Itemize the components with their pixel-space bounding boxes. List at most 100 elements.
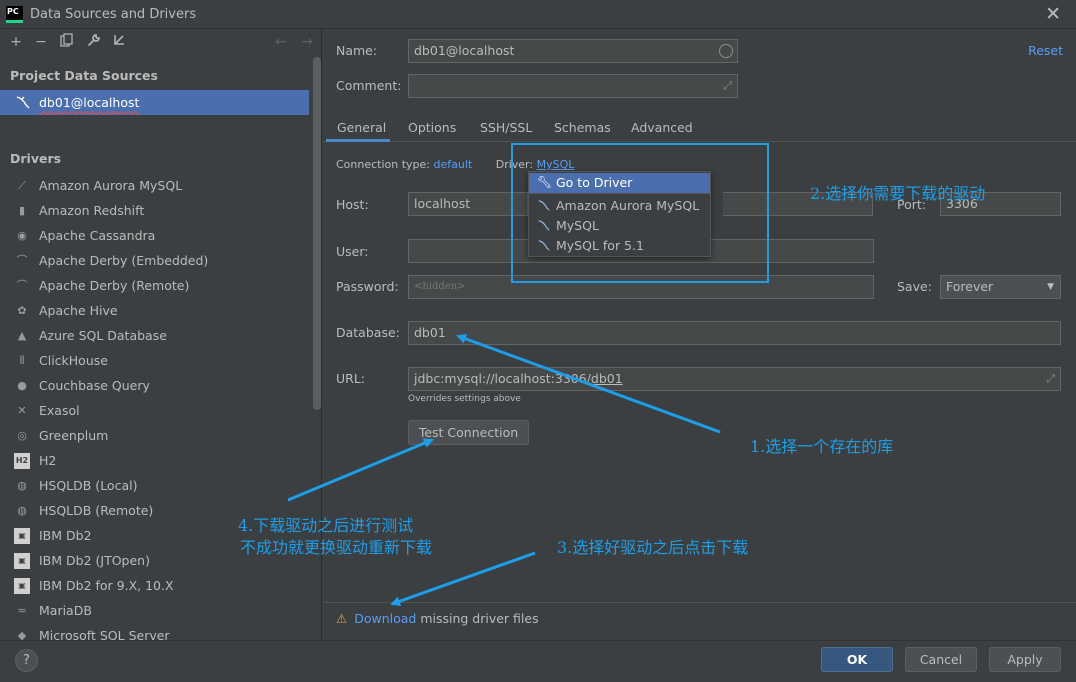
driver-label: Amazon Aurora MySQL	[39, 178, 183, 193]
derby-hat-icon: ⌒	[16, 279, 28, 292]
annotation-1: 1.选择一个存在的库	[750, 437, 894, 456]
help-button[interactable]: ?	[15, 649, 38, 672]
driver-label: Apache Hive	[39, 303, 118, 318]
download-row: ⚠ Download missing driver files	[336, 611, 539, 626]
driver-item[interactable]: ▣ IBM Db2 for 9.X, 10.X	[0, 573, 312, 598]
driver-item[interactable]: ⌒ Apache Derby (Remote)	[0, 273, 312, 298]
tab-general[interactable]: General	[337, 120, 386, 135]
tab-schemas[interactable]: Schemas	[554, 120, 611, 135]
project-data-sources-title: Project Data Sources	[10, 68, 158, 83]
driver-label: ClickHouse	[39, 353, 108, 368]
apply-button[interactable]: Apply	[989, 647, 1061, 672]
eye-icon: ◉	[17, 229, 27, 242]
driver-label: Azure SQL Database	[39, 328, 167, 343]
redshift-icon: ▮	[18, 204, 26, 217]
user-label: User:	[336, 244, 369, 259]
expand-icon[interactable]: ⤢	[723, 75, 732, 97]
tab-ssh-ssl[interactable]: SSH/SSL	[480, 120, 532, 135]
driver-label: IBM Db2	[39, 528, 92, 543]
connection-type-link[interactable]: default	[434, 158, 473, 171]
driver-item[interactable]: ✕ Exasol	[0, 398, 312, 423]
duplicate-icon[interactable]	[58, 33, 76, 51]
host-label: Host:	[336, 197, 369, 212]
driver-item[interactable]: ◎ Greenplum	[0, 423, 312, 448]
database-field[interactable]: db01	[408, 321, 1061, 345]
remove-icon[interactable]: −	[32, 33, 50, 51]
driver-label: HSQLDB (Remote)	[39, 503, 154, 518]
driver-item[interactable]: ◆ Microsoft SQL Server	[0, 623, 312, 640]
footer-divider	[323, 602, 1076, 603]
hive-icon: ✿	[17, 304, 27, 317]
hsqldb-icon: ◍	[17, 504, 27, 517]
driver-label: Couchbase Query	[39, 378, 150, 393]
name-label: Name:	[336, 43, 378, 58]
driver-label: Apache Derby (Remote)	[39, 278, 190, 293]
comment-field[interactable]: ⤢	[408, 74, 738, 98]
driver-item[interactable]: ● Couchbase Query	[0, 373, 312, 398]
left-toolbar: + − ← →	[0, 29, 321, 57]
driver-label: Greenplum	[39, 428, 109, 443]
annotation-3: 3.选择好驱动之后点击下载	[557, 538, 749, 557]
greenplum-icon: ◎	[17, 429, 27, 442]
driver-item[interactable]: ⟋ Amazon Aurora MySQL	[0, 173, 312, 198]
active-tab-indicator	[326, 139, 390, 142]
driver-item[interactable]: ✿ Apache Hive	[0, 298, 312, 323]
window-title: Data Sources and Drivers	[30, 7, 197, 22]
host-field[interactable]: localhost	[408, 192, 528, 216]
driver-item[interactable]: ◉ Apache Cassandra	[0, 223, 312, 248]
url-prefix: jdbc:mysql://localhost:3306/	[414, 371, 591, 386]
annotation-4-line2: 不成功就更换驱动重新下载	[240, 538, 433, 557]
forward-arrow-icon[interactable]: →	[298, 33, 316, 51]
test-connection-button[interactable]: Test Connection	[408, 420, 529, 445]
drivers-title: Drivers	[10, 151, 62, 166]
driver-item[interactable]: H2 H2	[0, 448, 312, 473]
mssql-icon: ◆	[17, 629, 27, 640]
driver-item[interactable]: ▮ Amazon Redshift	[0, 198, 312, 223]
annotation-4-line1: 4.下载驱动之后进行测试	[238, 516, 414, 535]
reset-link[interactable]: Reset	[1028, 43, 1063, 58]
tab-advanced[interactable]: Advanced	[631, 120, 693, 135]
driver-item[interactable]: ▲ Azure SQL Database	[0, 323, 312, 348]
h2-icon: H2	[14, 453, 30, 469]
ibm-icon: ▣	[14, 553, 30, 569]
annotation-box	[511, 143, 769, 283]
datasource-item[interactable]: db01@localhost	[0, 90, 309, 115]
url-field[interactable]: jdbc:mysql://localhost:3306/db01 ⤢	[408, 367, 1061, 391]
name-field[interactable]: db01@localhost	[408, 39, 738, 63]
download-link[interactable]: Download	[354, 611, 416, 626]
password-label: Password:	[336, 279, 399, 294]
derby-hat-icon: ⌒	[16, 254, 28, 267]
driver-item[interactable]: ≈ MariaDB	[0, 598, 312, 623]
color-circle-icon[interactable]	[719, 44, 733, 58]
driver-item[interactable]: ⌒ Apache Derby (Embedded)	[0, 248, 312, 273]
ok-button[interactable]: OK	[821, 647, 893, 672]
tab-options[interactable]: Options	[408, 120, 456, 135]
driver-label: MariaDB	[39, 603, 92, 618]
connection-type-label: Connection type:	[336, 158, 431, 171]
save-label: Save:	[897, 279, 932, 294]
couchbase-icon: ●	[17, 379, 27, 392]
driver-label: IBM Db2 (JTOpen)	[39, 553, 150, 568]
left-scrollbar[interactable]	[313, 57, 321, 410]
database-label: Database:	[336, 325, 400, 340]
close-icon[interactable]: ✕	[1045, 3, 1061, 25]
clickhouse-icon: ⦀	[19, 354, 25, 367]
dolphin-icon: ⟋	[18, 179, 26, 192]
driver-label: Apache Derby (Embedded)	[39, 253, 209, 268]
ibm-icon: ▣	[14, 578, 30, 594]
import-icon[interactable]	[110, 33, 128, 51]
cancel-button[interactable]: Cancel	[905, 647, 977, 672]
wrench-icon[interactable]	[85, 33, 103, 51]
title-bar: PC Data Sources and Drivers ✕	[0, 0, 1076, 29]
save-select[interactable]: Forever ▼	[940, 275, 1061, 299]
driver-label: Microsoft SQL Server	[39, 628, 170, 640]
back-arrow-icon[interactable]: ←	[272, 33, 290, 51]
chevron-down-icon: ▼	[1047, 282, 1054, 292]
driver-item[interactable]: ⦀ ClickHouse	[0, 348, 312, 373]
hsqldb-icon: ◍	[17, 479, 27, 492]
expand-icon[interactable]: ⤢	[1046, 368, 1055, 390]
driver-label: H2	[39, 453, 57, 468]
add-icon[interactable]: +	[7, 33, 25, 51]
save-value: Forever	[946, 279, 994, 294]
driver-item[interactable]: ◍ HSQLDB (Local)	[0, 473, 312, 498]
